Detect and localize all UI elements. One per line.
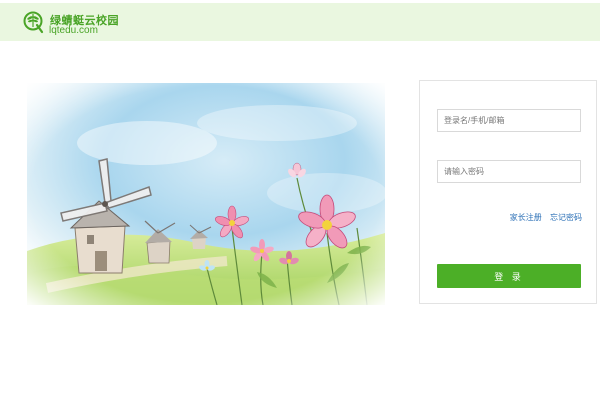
brand-logo[interactable]: 绿蜻蜓云校园 lqtedu.com: [22, 10, 132, 40]
login-panel: 家长注册 忘记密码 登 录: [419, 80, 597, 304]
forgot-password-link[interactable]: 忘记密码: [550, 213, 582, 222]
username-input[interactable]: [437, 109, 581, 132]
top-header: 绿蜻蜓云校园 lqtedu.com: [0, 0, 600, 41]
auth-links: 家长注册 忘记密码: [504, 212, 582, 223]
login-button[interactable]: 登 录: [437, 264, 581, 288]
brand-domain: lqtedu.com: [49, 25, 98, 36]
password-input[interactable]: [437, 160, 581, 183]
parent-register-link[interactable]: 家长注册: [510, 213, 542, 222]
dragonfly-q-logo-icon: [23, 11, 44, 34]
windmill-flowers-illustration: [27, 83, 385, 305]
